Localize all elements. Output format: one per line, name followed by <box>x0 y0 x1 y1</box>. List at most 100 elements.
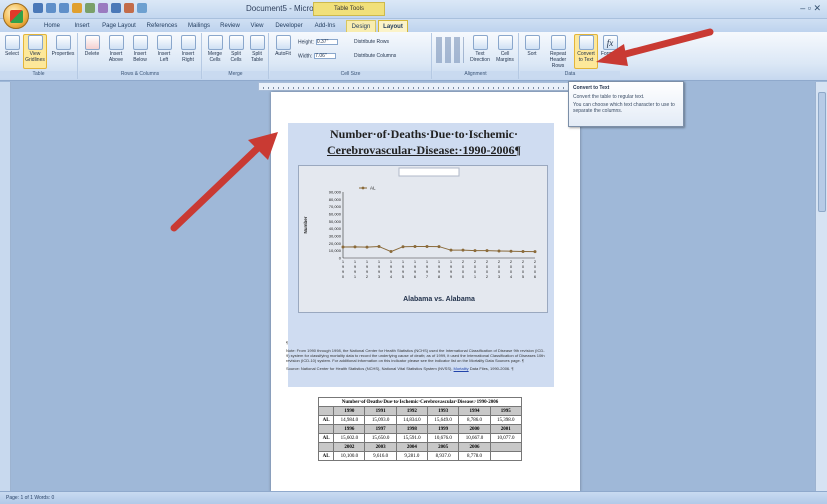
tab-layout[interactable]: Layout <box>378 20 408 32</box>
year-cell[interactable]: 1999 <box>427 424 460 434</box>
value-cell[interactable] <box>489 451 523 461</box>
cell-margins-button[interactable]: Cell Margins <box>493 35 517 63</box>
insert-left-button[interactable]: Insert Left <box>153 35 175 63</box>
text-direction-button[interactable]: Text Direction <box>468 35 492 63</box>
distribute-rows-button[interactable]: Distribute Rows <box>354 39 389 46</box>
width-field[interactable]: Width: 7.06" <box>298 53 337 60</box>
value-cell[interactable]: AL <box>317 433 335 443</box>
ruler-tick <box>473 87 474 89</box>
ruler-tick <box>273 87 274 89</box>
customize-qat-icon[interactable] <box>137 3 147 13</box>
office-button[interactable] <box>3 3 29 29</box>
height-input[interactable]: 0.37" <box>315 39 338 45</box>
window-controls[interactable]: – ▫ ✕ <box>800 3 821 14</box>
value-cell[interactable]: 8,937.0 <box>427 451 460 461</box>
value-cell[interactable]: 10,077.0 <box>489 433 523 443</box>
draw-table-icon[interactable] <box>124 3 134 13</box>
insert-right-button[interactable]: Insert Right <box>177 35 199 63</box>
save-icon[interactable] <box>33 3 43 13</box>
value-cell[interactable]: AL <box>317 451 335 461</box>
tab-review[interactable]: Review <box>216 20 244 32</box>
year-cell[interactable]: 2006 <box>458 442 491 452</box>
tab-add-ins[interactable]: Add-Ins <box>310 20 340 32</box>
spelling-icon[interactable] <box>98 3 108 13</box>
split-table-button[interactable]: Split Table <box>247 35 267 63</box>
value-cell[interactable]: 15,602.0 <box>333 433 366 443</box>
insert-above-button[interactable]: Insert Above <box>105 35 127 63</box>
tab-home[interactable]: Home <box>38 20 66 32</box>
value-cell[interactable]: 15,649.0 <box>427 415 460 425</box>
cell-alignment-grid[interactable] <box>436 37 464 63</box>
x-tick-label: 9 <box>450 274 453 279</box>
height-field[interactable]: Height: 0.37" <box>298 39 338 46</box>
year-cell[interactable]: 1992 <box>395 406 429 416</box>
value-cell[interactable]: 15,398.0 <box>489 415 523 425</box>
sort-button[interactable]: Sort <box>522 35 542 57</box>
year-cell[interactable]: 2002 <box>333 442 366 452</box>
x-tick-label: 0 <box>342 274 345 279</box>
year-cell[interactable]: 1990 <box>333 406 366 416</box>
y-tick-label: 10,000 <box>329 248 342 253</box>
open-icon[interactable] <box>72 3 82 13</box>
year-cell[interactable] <box>489 442 523 452</box>
redo-icon[interactable] <box>59 3 69 13</box>
deaths-data-table[interactable]: Number·of·Deaths·Due·to·Ischemic·Cerebro… <box>317 397 523 461</box>
year-cell[interactable]: 2003 <box>364 442 397 452</box>
select-button[interactable]: Select <box>3 35 21 57</box>
value-cell[interactable]: 10,676.0 <box>427 433 460 443</box>
tab-design[interactable]: Design <box>346 20 376 32</box>
value-cell[interactable]: 10,667.0 <box>458 433 491 443</box>
year-cell[interactable]: 1997 <box>364 424 397 434</box>
properties-button[interactable]: Properties <box>50 35 76 57</box>
year-cell[interactable]: 1998 <box>395 424 429 434</box>
horizontal-ruler[interactable] <box>258 82 589 91</box>
year-cell[interactable]: 1995 <box>489 406 523 416</box>
tab-view[interactable]: View <box>246 20 268 32</box>
year-cell[interactable]: 1993 <box>427 406 460 416</box>
width-input[interactable]: 7.06" <box>314 53 337 59</box>
autofit-button[interactable]: AutoFit <box>272 35 294 57</box>
year-cell[interactable]: 2004 <box>395 442 429 452</box>
value-cell[interactable]: AL <box>317 415 335 425</box>
year-cell[interactable]: 1994 <box>458 406 491 416</box>
value-cell[interactable]: 9,281.0 <box>395 451 429 461</box>
value-cell[interactable]: 14,984.0 <box>333 415 366 425</box>
merge-cells-button[interactable]: Merge Cells <box>205 35 225 63</box>
value-cell[interactable]: 15,591.0 <box>395 433 429 443</box>
year-cell[interactable] <box>317 406 335 416</box>
value-cell[interactable]: 15,650.0 <box>364 433 397 443</box>
mortality-link[interactable]: Mortality <box>454 366 469 371</box>
delete-button[interactable]: Delete <box>82 35 102 57</box>
tab-insert[interactable]: Insert <box>68 20 96 32</box>
value-cell[interactable]: 10,100.0 <box>333 451 366 461</box>
tab-references[interactable]: References <box>142 20 182 32</box>
tab-mailings[interactable]: Mailings <box>184 20 214 32</box>
year-cell[interactable]: 1996 <box>333 424 366 434</box>
insert-below-button[interactable]: Insert Below <box>129 35 151 63</box>
table-icon[interactable] <box>111 3 121 13</box>
view-gridlines-button[interactable]: View Gridlines <box>23 34 47 69</box>
year-cell[interactable]: 1991 <box>364 406 397 416</box>
print-icon[interactable] <box>85 3 95 13</box>
year-cell[interactable]: 2000 <box>458 424 491 434</box>
distribute-columns-button[interactable]: Distribute Columns <box>354 53 396 60</box>
value-cell[interactable]: 14,834.0 <box>395 415 429 425</box>
vertical-scrollbar[interactable] <box>815 82 827 491</box>
embedded-chart[interactable]: 90,000 80,000 70,000 60,000 50,000 40,000 30,0… <box>298 165 548 313</box>
tab-developer[interactable]: Developer <box>272 20 306 32</box>
year-cell[interactable] <box>317 424 335 434</box>
ruler-tick <box>448 87 449 89</box>
tab-page-layout[interactable]: Page Layout <box>98 20 140 32</box>
year-cell[interactable]: 2005 <box>427 442 460 452</box>
split-cells-button[interactable]: Split Cells <box>226 35 246 63</box>
undo-icon[interactable] <box>46 3 56 13</box>
value-cell[interactable]: 8,778.0 <box>458 451 491 461</box>
value-cell[interactable]: 9,616.0 <box>364 451 397 461</box>
repeat-header-rows-button[interactable]: Repeat Header Rows <box>544 35 572 69</box>
year-cell[interactable] <box>317 442 335 452</box>
value-cell[interactable]: 15,093.0 <box>364 415 397 425</box>
value-cell[interactable]: 8,786.0 <box>458 415 491 425</box>
scrollbar-thumb[interactable] <box>818 92 826 212</box>
quick-access-toolbar[interactable] <box>33 3 147 16</box>
year-cell[interactable]: 2001 <box>489 424 523 434</box>
